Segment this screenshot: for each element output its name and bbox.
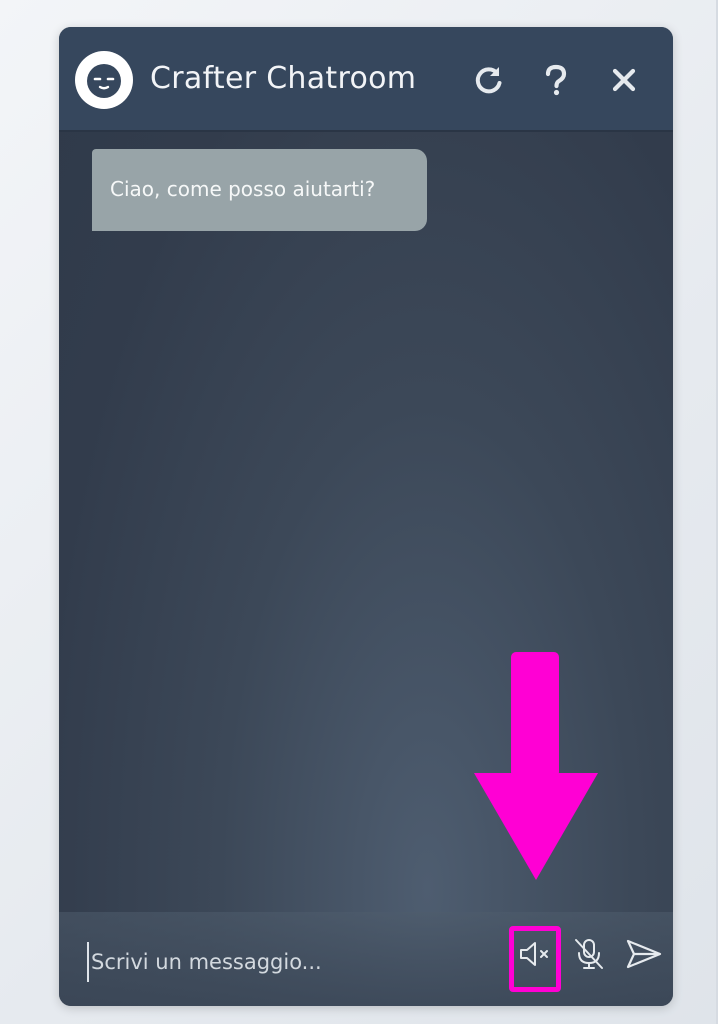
mic-button[interactable] (569, 934, 609, 974)
help-icon (545, 64, 567, 96)
bot-message-bubble: Ciao, come posso aiutarti? (92, 149, 427, 231)
bot-message-text: Ciao, come posso aiutarti? (110, 177, 376, 201)
close-button[interactable] (607, 63, 641, 97)
refresh-icon (475, 67, 502, 94)
send-button[interactable] (624, 934, 664, 974)
microphone-off-icon (575, 939, 603, 969)
chat-header: Crafter Chatroom (59, 27, 673, 132)
send-icon (626, 939, 662, 969)
bot-face-icon (87, 64, 121, 98)
chat-title: Crafter Chatroom (150, 61, 417, 96)
close-icon (612, 68, 636, 92)
message-input[interactable] (87, 942, 487, 982)
bot-avatar (75, 51, 133, 109)
mute-button[interactable] (516, 934, 556, 974)
speaker-muted-icon (520, 942, 548, 966)
help-button[interactable] (539, 63, 573, 97)
refresh-button[interactable] (472, 63, 506, 97)
chat-window: Crafter Chatroom Ciao, come posso aiutar… (59, 27, 673, 1006)
